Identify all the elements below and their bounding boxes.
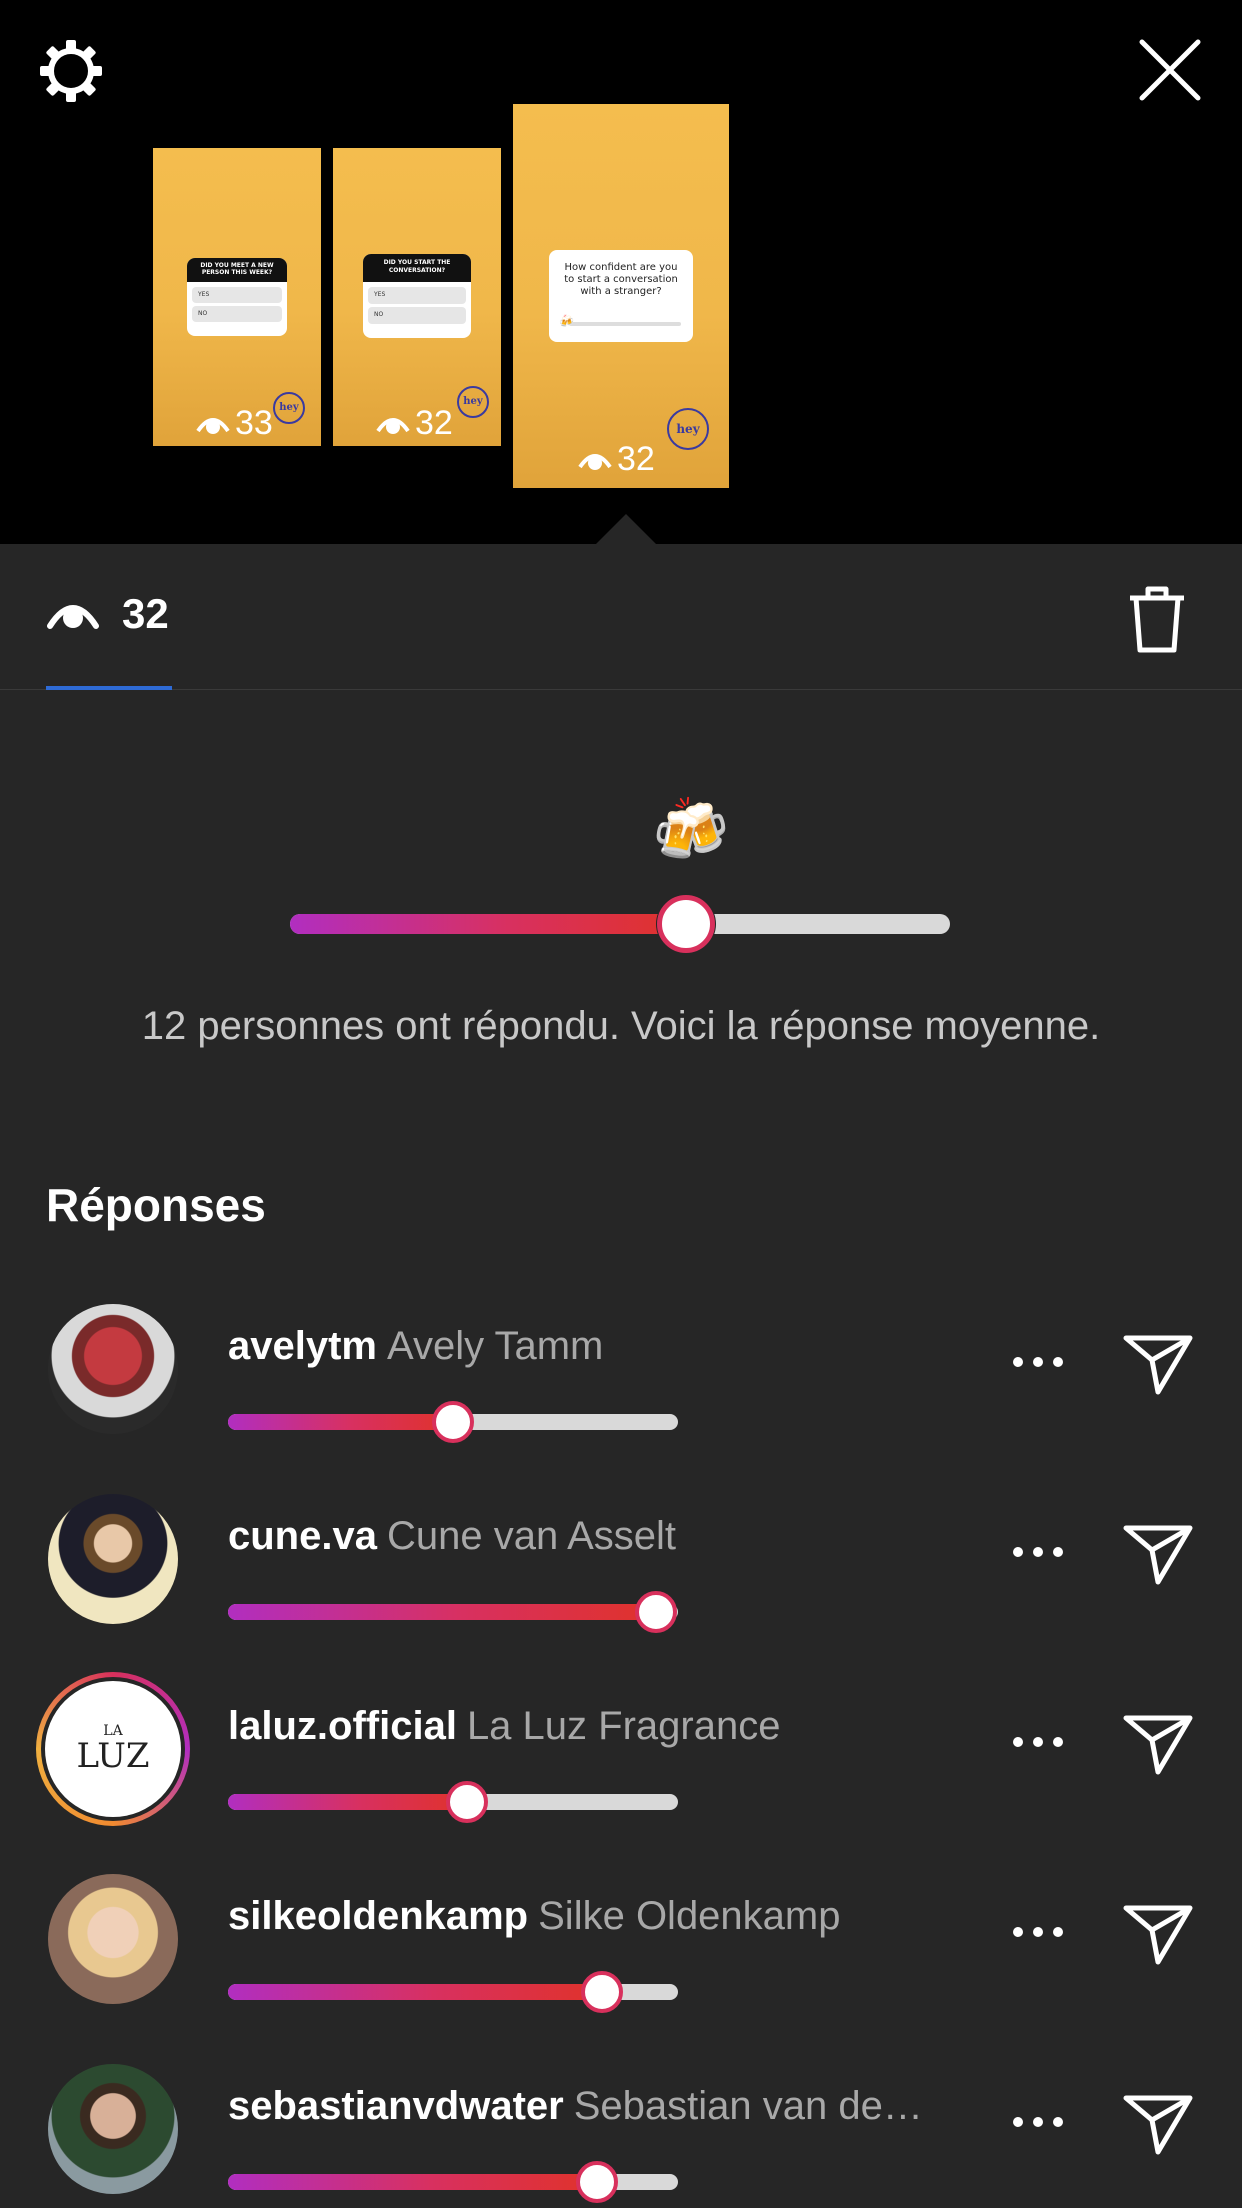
story-strip: DID YOU MEET A NEW PERSON THIS WEEK? YES… bbox=[0, 0, 1242, 544]
slider-fill bbox=[290, 914, 686, 934]
insights-panel: 32 🍻 12 personnes ont répondu. Voici la … bbox=[0, 544, 1242, 2208]
full-name: Sebastian van de… bbox=[573, 2084, 923, 2128]
active-tab-indicator bbox=[46, 686, 172, 690]
avatar: LA LUZ bbox=[45, 1681, 181, 1817]
option-no: NO bbox=[192, 306, 282, 322]
slider-question-card: How confident are you to start a convers… bbox=[549, 250, 693, 342]
response-user[interactable]: avelytm Avely Tamm bbox=[228, 1324, 603, 1369]
send-icon[interactable] bbox=[1122, 1902, 1194, 1966]
response-row[interactable]: LA LUZ laluz.official La Luz Fragrance bbox=[0, 1666, 1242, 1856]
mini-slider bbox=[569, 322, 681, 326]
beer-emoji: 🍻 bbox=[559, 314, 574, 328]
question-card: DID YOU START THE CONVERSATION? YES NO bbox=[363, 254, 471, 338]
username: laluz.official bbox=[228, 1704, 457, 1748]
response-slider bbox=[228, 1591, 678, 1633]
response-slider bbox=[228, 1401, 678, 1443]
views-count[interactable]: 32 bbox=[122, 590, 169, 638]
responses-title: Réponses bbox=[46, 1179, 266, 1231]
story-thumbnail-3[interactable]: How confident are you to start a convers… bbox=[513, 104, 729, 488]
eye-icon bbox=[196, 417, 230, 434]
question-text: DID YOU MEET A NEW PERSON THIS WEEK? bbox=[187, 258, 287, 282]
response-user[interactable]: cune.va Cune van Asselt bbox=[228, 1514, 676, 1559]
gear-icon[interactable] bbox=[36, 36, 106, 106]
views-count: 32 bbox=[375, 404, 453, 443]
trash-icon[interactable] bbox=[1126, 584, 1188, 654]
close-icon[interactable] bbox=[1138, 38, 1202, 102]
beer-emoji: 🍻 bbox=[652, 796, 730, 865]
full-name: Cune van Asselt bbox=[386, 1514, 677, 1558]
response-user[interactable]: laluz.official La Luz Fragrance bbox=[228, 1704, 780, 1749]
slider-fill bbox=[228, 1414, 453, 1430]
response-slider bbox=[228, 1971, 678, 2013]
question-text: DID YOU START THE CONVERSATION? bbox=[363, 254, 471, 282]
full-name: Avely Tamm bbox=[386, 1324, 604, 1368]
average-summary-text: 12 personnes ont répondu. Voici la répon… bbox=[141, 1004, 1101, 1048]
response-row[interactable]: sebastianvdwater Sebastian van de… bbox=[0, 2046, 1242, 2208]
brand-logo: hey bbox=[667, 408, 709, 450]
option-yes: YES bbox=[368, 287, 466, 304]
avatar[interactable] bbox=[48, 1874, 178, 2004]
average-slider bbox=[290, 895, 950, 953]
send-icon[interactable] bbox=[1122, 2092, 1194, 2156]
question-card: DID YOU MEET A NEW PERSON THIS WEEK? YES… bbox=[187, 258, 287, 336]
slider-fill bbox=[228, 1604, 656, 1620]
selected-story-pointer bbox=[594, 514, 658, 546]
slider-knob bbox=[445, 1781, 488, 1823]
avatar[interactable] bbox=[48, 1494, 178, 1624]
response-row[interactable]: silkeoldenkamp Silke Oldenkamp bbox=[0, 1856, 1242, 2046]
slider-knob bbox=[580, 1971, 623, 2013]
slider-fill bbox=[228, 1794, 467, 1810]
views-count: 33 bbox=[195, 404, 273, 443]
full-name: Silke Oldenkamp bbox=[538, 1894, 841, 1938]
slider-knob bbox=[432, 1401, 474, 1443]
username: avelytm bbox=[228, 1324, 377, 1368]
brand-logo: hey bbox=[273, 392, 305, 424]
eye-icon bbox=[376, 417, 410, 434]
brand-logo: hey bbox=[457, 386, 489, 418]
username: cune.va bbox=[228, 1514, 377, 1558]
send-icon[interactable] bbox=[1122, 1332, 1194, 1396]
story-thumbnail-1[interactable]: DID YOU MEET A NEW PERSON THIS WEEK? YES… bbox=[153, 148, 321, 446]
response-user[interactable]: sebastianvdwater Sebastian van de… bbox=[228, 2084, 923, 2129]
slider-knob bbox=[634, 1591, 677, 1633]
slider-fill bbox=[228, 1984, 602, 2000]
slider-knob bbox=[657, 895, 715, 953]
views-count: 32 bbox=[577, 440, 655, 479]
response-row[interactable]: cune.va Cune van Asselt bbox=[0, 1476, 1242, 1666]
slider-knob bbox=[576, 2161, 618, 2203]
avatar[interactable] bbox=[48, 1304, 178, 1434]
response-slider bbox=[228, 1781, 678, 1823]
response-row[interactable]: avelytm Avely Tamm bbox=[0, 1286, 1242, 1476]
response-user[interactable]: silkeoldenkamp Silke Oldenkamp bbox=[228, 1894, 841, 1939]
more-options-icon[interactable] bbox=[1010, 1924, 1066, 1940]
send-icon[interactable] bbox=[1122, 1522, 1194, 1586]
response-slider bbox=[228, 2161, 678, 2203]
eye-icon[interactable] bbox=[46, 594, 100, 634]
avatar[interactable] bbox=[48, 2064, 178, 2194]
question-text: How confident are you to start a convers… bbox=[564, 262, 678, 297]
option-yes: YES bbox=[192, 287, 282, 303]
slider-fill bbox=[228, 2174, 597, 2190]
avatar-story-ring[interactable]: LA LUZ bbox=[36, 1672, 190, 1826]
more-options-icon[interactable] bbox=[1010, 2114, 1066, 2130]
tab-bar: 32 bbox=[0, 544, 1242, 690]
option-no: NO bbox=[368, 307, 466, 324]
more-options-icon[interactable] bbox=[1010, 1354, 1066, 1370]
story-thumbnail-2[interactable]: DID YOU START THE CONVERSATION? YES NO h… bbox=[333, 148, 501, 446]
more-options-icon[interactable] bbox=[1010, 1734, 1066, 1750]
more-options-icon[interactable] bbox=[1010, 1544, 1066, 1560]
username: sebastianvdwater bbox=[228, 2084, 564, 2128]
send-icon[interactable] bbox=[1122, 1712, 1194, 1776]
username: silkeoldenkamp bbox=[228, 1894, 529, 1938]
eye-icon bbox=[578, 453, 612, 470]
full-name: La Luz Fragrance bbox=[466, 1704, 781, 1748]
